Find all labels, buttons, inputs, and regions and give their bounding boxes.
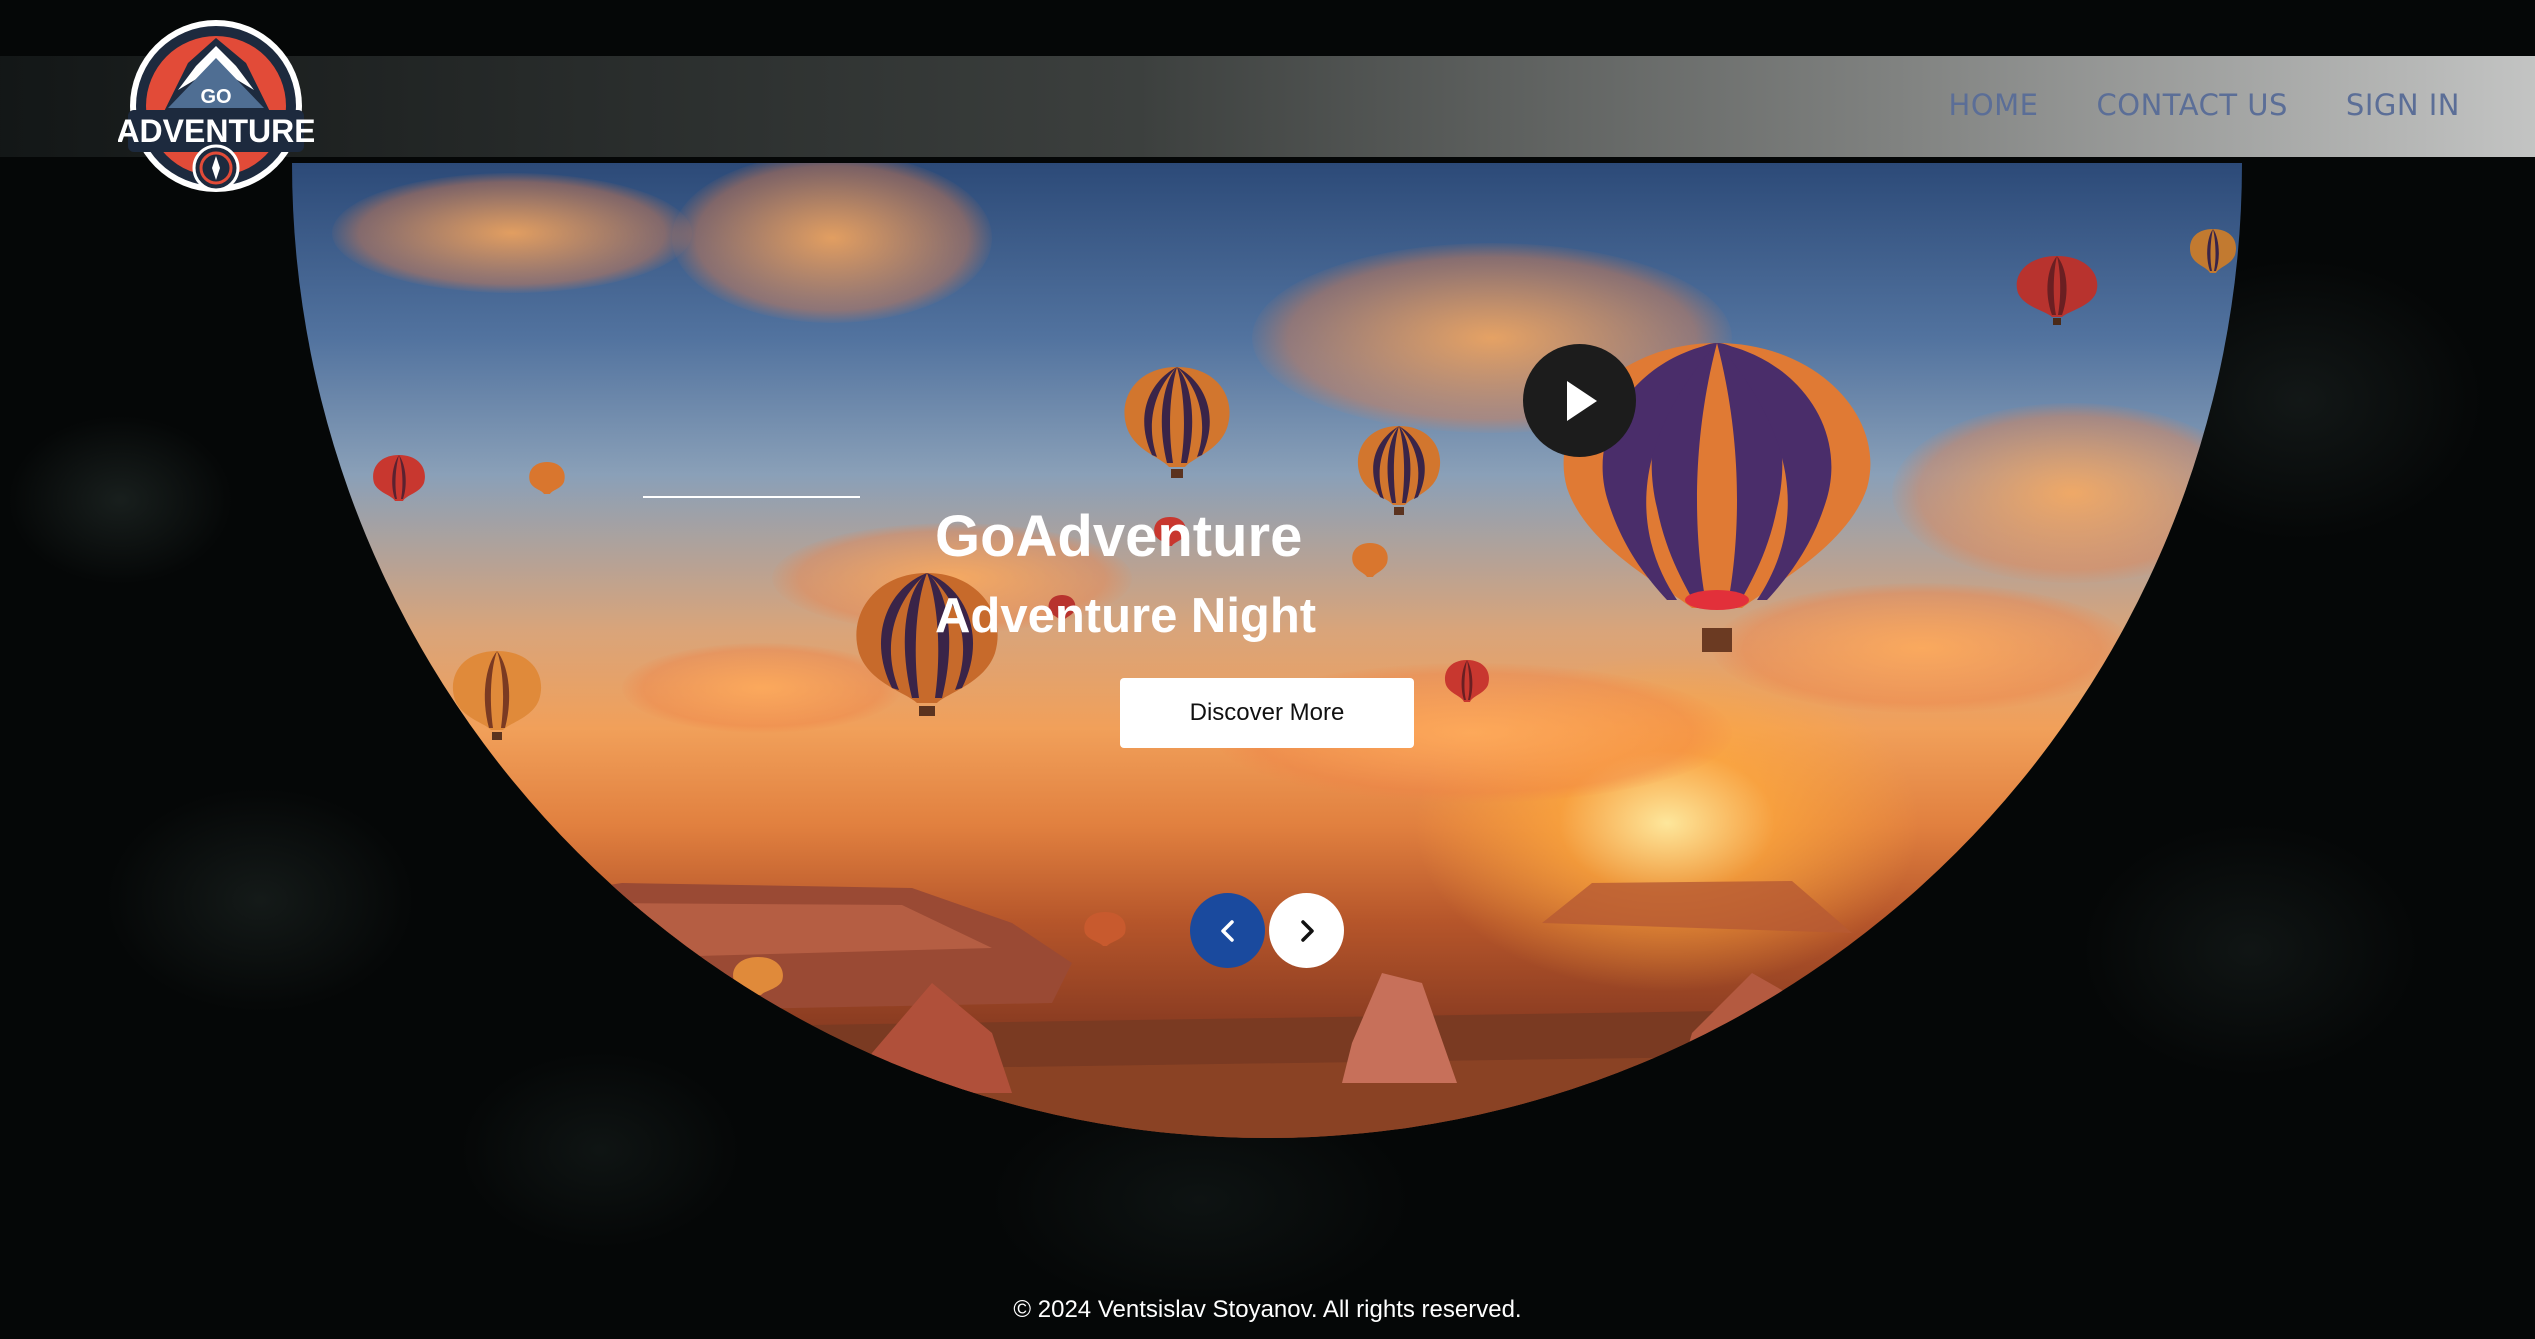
balloon [2189, 229, 2237, 273]
balloon [1357, 426, 1441, 515]
cloud [672, 163, 992, 323]
logo[interactable]: GO ADVENTURE [118, 18, 314, 200]
carousel-next-button[interactable] [1269, 893, 1344, 968]
hero-subtitle: Adventure Night [935, 589, 1317, 643]
balloon [1444, 660, 1490, 702]
balloon [1352, 543, 1388, 577]
cloud [332, 173, 692, 293]
balloon [529, 462, 565, 494]
hero-banner: GoAdventure Adventure Night [292, 163, 2242, 1138]
balloon [1084, 912, 1126, 946]
balloon [452, 651, 542, 740]
logo-main-text: ADVENTURE [118, 113, 314, 149]
hero-title: GoAdventure [935, 504, 1303, 569]
play-icon [1567, 381, 1597, 421]
chevron-left-icon [1220, 919, 1234, 942]
balloon [373, 455, 425, 501]
nav-signin-link[interactable]: SIGN IN [2346, 88, 2460, 122]
main-nav: HOME CONTACT US SIGN IN [1949, 88, 2460, 122]
nav-home-link[interactable]: HOME [1949, 88, 2039, 122]
balloon [733, 957, 783, 995]
nav-contact-link[interactable]: CONTACT US [2097, 88, 2288, 122]
footer-copyright: © 2024 Ventsislav Stoyanov. All rights r… [1013, 1296, 1522, 1323]
logo-top-text: GO [200, 86, 231, 108]
balloon [2016, 256, 2098, 325]
carousel-prev-button[interactable] [1190, 893, 1265, 968]
discover-more-button[interactable]: Discover More [1120, 678, 1414, 748]
chevron-right-icon [1300, 919, 1314, 942]
desert-landscape [292, 873, 2242, 1138]
cloud [1892, 403, 2242, 583]
hero-underline [643, 496, 860, 498]
play-video-button[interactable] [1523, 344, 1636, 457]
balloon [1124, 367, 1230, 478]
